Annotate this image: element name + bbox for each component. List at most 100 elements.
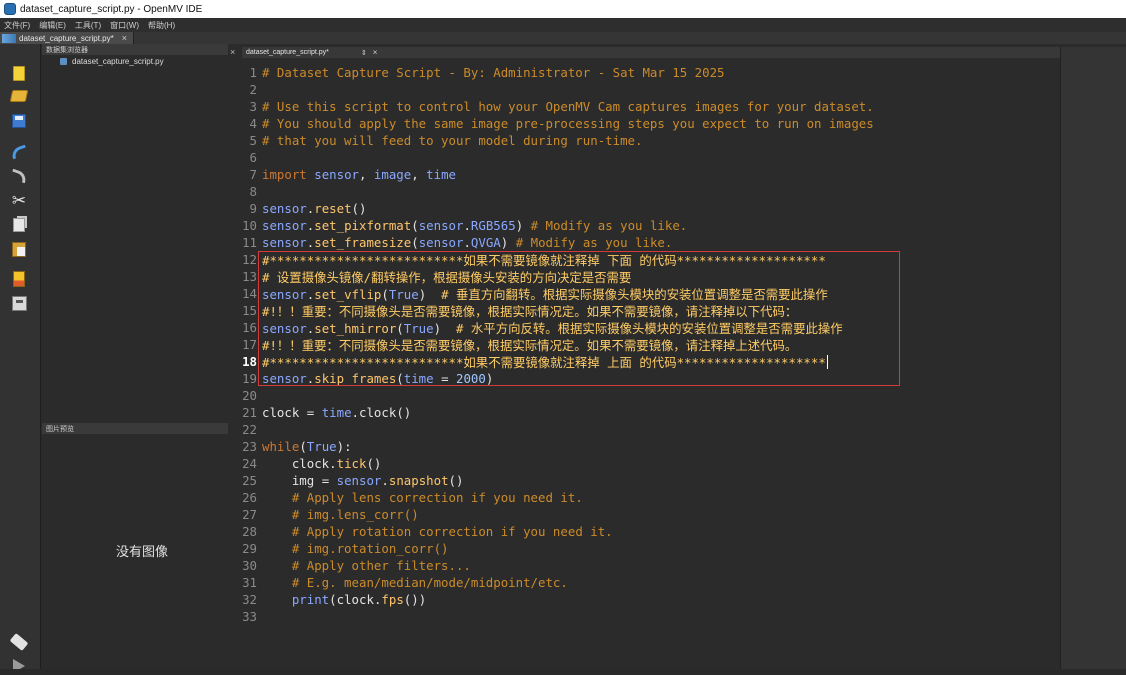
panel-splitter[interactable]: × [228,44,242,675]
code-text: # Apply other filters... [291,558,471,573]
code-line[interactable]: 4 # You should apply the same image pre-p… [242,115,874,132]
code-text: sensor.set_pixformat(sensor.RGB565) # Mo… [262,218,688,233]
code-line[interactable]: 23 while(True): [242,438,352,455]
copy-icon[interactable] [10,216,28,234]
line-number: 28 [242,524,257,539]
save-icon[interactable] [10,112,28,130]
file-tree-item[interactable]: dataset_capture_script.py [42,55,228,68]
code-line[interactable]: 19 sensor.skip_frames(time = 2000) [242,370,493,387]
line-number: 13 [242,269,257,284]
new-file-icon[interactable] [10,64,28,82]
code-text: # img.rotation_corr() [291,541,449,556]
redo-icon[interactable] [9,167,29,185]
editor-tab-close-icon[interactable]: × [373,48,378,57]
code-line[interactable]: 14 sensor.set_vflip(True) # 垂直方向翻转。根据实际摄像… [242,285,828,302]
code-line[interactable]: 25 img = sensor.snapshot() [242,472,463,489]
document-tab-close-icon[interactable]: × [122,33,127,43]
code-line[interactable]: 2 [242,81,262,98]
code-text: sensor.reset() [262,201,367,216]
line-number: 1 [249,65,257,80]
document-tab[interactable]: dataset_capture_script.py* × [0,32,134,44]
code-line[interactable]: 16 sensor.set_hmirror(True) # 水平方向反转。根据实际… [242,319,843,336]
menu-window[interactable]: 窗口(W) [110,20,139,31]
code-text: while(True): [262,439,352,454]
code-line[interactable]: 18 #**************************如果不需要镜像就注释掉… [242,353,828,370]
code-text: # E.g. mean/median/mode/midpoint/etc. [291,575,568,590]
menu-bar: 文件(F) 编辑(E) 工具(T) 窗口(W) 帮助(H) [0,18,1126,32]
python-file-icon [60,58,67,65]
code-text: img = sensor.snapshot() [291,473,464,488]
code-line[interactable]: 17 #!！！重要：不同摄像头是否需要镜像，根据实际情况定。如果不需要镜像，请注释… [242,336,797,353]
connect-icon[interactable] [9,633,29,651]
code-line[interactable]: 27 # img.lens_corr() [242,506,419,523]
menu-tools[interactable]: 工具(T) [75,20,101,31]
code-text: # Dataset Capture Script - By: Administr… [262,65,725,80]
editor-tab-bar: dataset_capture_script.py* ⇕ × [242,47,1060,58]
line-number: 23 [242,439,257,454]
paste-icon[interactable] [10,240,28,258]
tab-switch-icon[interactable]: ⇕ [361,49,367,57]
code-line[interactable]: 28 # Apply rotation correction if you ne… [242,523,613,540]
line-number: 15 [242,303,257,318]
code-line[interactable]: 24 clock.tick() [242,455,381,472]
line-number: 21 [242,405,257,420]
editor-tab-label[interactable]: dataset_capture_script.py* [246,49,329,56]
code-text: clock = time.clock() [262,405,412,420]
line-number: 3 [249,99,257,114]
line-number: 24 [242,456,257,471]
code-line[interactable]: 11 sensor.set_framesize(sensor.QVGA) # Mo… [242,234,672,251]
code-line[interactable]: 31 # E.g. mean/median/mode/midpoint/etc. [242,574,568,591]
line-number: 10 [242,218,257,233]
code-line[interactable]: 8 [242,183,262,200]
code-text: # img.lens_corr() [291,507,419,522]
close-panel-icon[interactable]: × [230,47,235,57]
code-text: # Use this script to control how your Op… [262,99,874,114]
code-line[interactable]: 21 clock = time.clock() [242,404,411,421]
undo-icon[interactable] [9,143,29,161]
code-text: sensor.skip_frames(time = 2000) [262,371,494,386]
code-line[interactable]: 30 # Apply other filters... [242,557,471,574]
memory-icon[interactable] [10,270,28,288]
code-line[interactable]: 12 #**************************如果不需要镜像就注释掉… [242,251,826,268]
code-line[interactable]: 15 #!！！重要：不同摄像头是否需要镜像，根据实际情况定。如果不需要镜像，请注释… [242,302,797,319]
line-number: 19 [242,371,257,386]
line-number: 32 [242,592,257,607]
code-line[interactable]: 32 print(clock.fps()) [242,591,426,608]
code-text: # Apply rotation correction if you need … [291,524,613,539]
code-text: sensor.set_vflip(True) # 垂直方向翻转。根据实际摄像头模… [262,286,828,302]
line-number: 29 [242,541,257,556]
code-line[interactable]: 5 # that you will feed to your model duri… [242,132,643,149]
cut-icon[interactable]: ✂ [10,192,28,210]
document-tab-label: dataset_capture_script.py* [19,33,114,43]
line-number: 18 [242,354,257,369]
menu-help[interactable]: 帮助(H) [148,20,175,31]
openmv-app-icon [4,3,16,15]
line-number: 17 [242,337,257,352]
disk-icon[interactable] [10,294,28,312]
open-folder-icon[interactable] [9,87,29,105]
code-line[interactable]: 33 [242,608,262,625]
code-line[interactable]: 7 import sensor, image, time [242,166,456,183]
code-line[interactable]: 26 # Apply lens correction if you need i… [242,489,583,506]
line-number: 2 [249,82,257,97]
line-number: 25 [242,473,257,488]
menu-edit[interactable]: 编辑(E) [39,20,66,31]
line-number: 26 [242,490,257,505]
menu-file[interactable]: 文件(F) [4,20,30,31]
code-text: # 设置摄像头镜像/翻转操作，根据摄像头安装的方向决定是否需要 [262,269,632,285]
code-line[interactable]: 29 # img.rotation_corr() [242,540,449,557]
line-number: 11 [242,235,257,250]
code-text: # You should apply the same image pre-pr… [262,116,874,131]
line-number: 14 [242,286,257,301]
code-line[interactable]: 10 sensor.set_pixformat(sensor.RGB565) # … [242,217,687,234]
code-line[interactable]: 3 # Use this script to control how your O… [242,98,874,115]
code-line[interactable]: 20 [242,387,262,404]
code-text: print(clock.fps()) [291,592,427,607]
code-line[interactable]: 22 [242,421,262,438]
code-line[interactable]: 1 # Dataset Capture Script - By: Administ… [242,64,725,81]
code-editor[interactable]: 1 # Dataset Capture Script - By: Administ… [242,58,1060,675]
image-preview-panel: 图片预览 没有图像 [42,423,228,675]
code-line[interactable]: 9 sensor.reset() [242,200,367,217]
code-line[interactable]: 6 [242,149,262,166]
code-line[interactable]: 13 # 设置摄像头镜像/翻转操作，根据摄像头安装的方向决定是否需要 [242,268,631,285]
